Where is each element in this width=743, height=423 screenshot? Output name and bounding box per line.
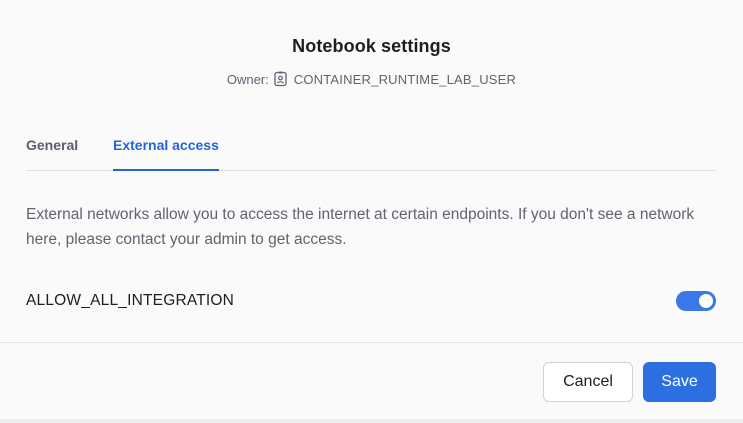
footer-divider: [0, 342, 743, 343]
integration-toggle[interactable]: [676, 291, 716, 311]
owner-row: Owner: CONTAINER_RUNTIME_LAB_USER: [0, 71, 743, 87]
settings-tabs: General External access: [26, 127, 716, 171]
owner-label: Owner:: [226, 71, 269, 87]
cancel-button[interactable]: Cancel: [543, 362, 633, 402]
integration-name: ALLOW_ALL_INTEGRATION: [26, 292, 235, 309]
bottom-strip: [0, 419, 743, 423]
owner-name: CONTAINER_RUNTIME_LAB_USER: [293, 71, 517, 87]
save-button[interactable]: Save: [643, 362, 716, 402]
tab-general[interactable]: General: [26, 137, 78, 171]
tab-external-access[interactable]: External access: [113, 137, 219, 171]
user-badge-icon: [274, 71, 288, 87]
notebook-settings-dialog: Notebook settings Owner: CONTAINER_RUNTI…: [0, 0, 743, 423]
external-access-description: External networks allow you to access th…: [26, 206, 695, 248]
toggle-knob: [699, 294, 713, 308]
integration-row: ALLOW_ALL_INTEGRATION: [26, 290, 716, 314]
dialog-title: Notebook settings: [292, 36, 451, 56]
